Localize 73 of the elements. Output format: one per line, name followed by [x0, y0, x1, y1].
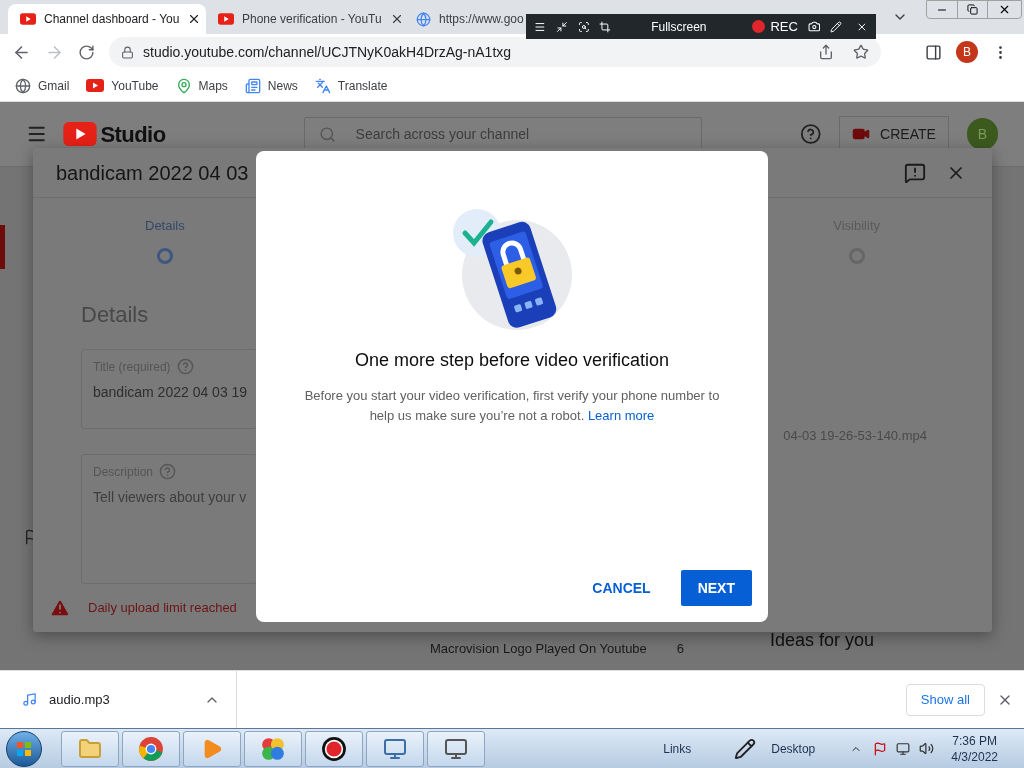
crop-icon[interactable] — [599, 19, 612, 34]
share-icon[interactable] — [818, 44, 834, 60]
studio-logo-icon — [63, 122, 98, 146]
profile-avatar[interactable]: B — [956, 41, 978, 63]
restore-icon — [967, 4, 978, 15]
show-all-button[interactable]: Show all — [905, 683, 985, 716]
computer-taskbar-button[interactable] — [427, 730, 485, 767]
bookmark-item[interactable]: Gmail — [15, 76, 70, 95]
colored-circles-icon — [260, 735, 286, 762]
url-text: studio.youtube.com/channel/UCJTNyK0akH4DrzAg-nA1txg — [143, 42, 512, 62]
toolbar-label[interactable]: Links — [663, 739, 692, 758]
tab-title: Channel dashboard - You — [44, 11, 180, 28]
shrink-icon[interactable] — [555, 19, 568, 34]
network-icon[interactable] — [896, 741, 911, 756]
browser-tab[interactable]: Phone verification - YouTu — [206, 4, 404, 34]
browser-tab[interactable]: Channel dashboard - You — [8, 4, 206, 34]
audio-file-icon — [22, 692, 37, 707]
mode-label[interactable]: Fullscreen — [651, 17, 719, 36]
bookmark-item[interactable]: Translate — [314, 76, 388, 95]
bookmark-star-icon[interactable] — [853, 44, 869, 60]
control-panel-taskbar-button[interactable] — [366, 730, 424, 767]
folder-icon — [78, 736, 102, 761]
side-panel-icon[interactable] — [925, 43, 942, 61]
learn-more-link[interactable]: Learn more — [587, 408, 655, 423]
recorder-taskbar-button[interactable] — [305, 730, 363, 767]
video-title: Macrovision Logo Played On Youtube — [430, 639, 647, 658]
browser-logo-icon — [138, 735, 164, 762]
monitor-icon — [383, 736, 407, 761]
bookmark-item[interactable]: YouTube — [86, 76, 159, 95]
close-icon — [998, 3, 1011, 16]
search-icon — [318, 125, 336, 143]
tab-title: https://www.goo — [439, 11, 524, 28]
record-icon — [321, 735, 347, 762]
app-taskbar-button[interactable] — [244, 730, 302, 767]
chrome-taskbar-button[interactable] — [122, 730, 180, 767]
next-button[interactable]: NEXT — [680, 570, 752, 606]
lock-icon — [121, 45, 134, 59]
video-count: 6 — [676, 639, 685, 658]
bookmark-item[interactable]: Maps — [175, 76, 228, 95]
feedback-icon[interactable] — [904, 161, 926, 184]
help-icon[interactable] — [799, 123, 822, 145]
youtube-icon — [20, 13, 36, 25]
youtube-icon — [218, 13, 234, 25]
tab-title: Phone verification - YouTu — [242, 11, 382, 28]
bookmark-item[interactable]: News — [244, 76, 298, 95]
windows-logo-icon — [16, 740, 32, 757]
modal-body: Before you start your video verification, first verify your phone number to help us make sure you’re not a robot. Learn more — [303, 387, 721, 425]
dialog-title: bandicam 2022 04 03 — [56, 160, 249, 186]
camera-icon[interactable] — [807, 19, 821, 34]
monitor-icon — [444, 736, 468, 761]
pen-icon[interactable] — [734, 737, 757, 760]
zoom-area-icon[interactable] — [577, 19, 590, 34]
map-pin-icon — [175, 77, 192, 94]
start-button[interactable] — [6, 730, 42, 767]
warning-text: Daily upload limit reached — [88, 599, 237, 618]
clock[interactable]: 7:36 PM 4/3/2022 — [951, 732, 998, 765]
action-center-icon[interactable] — [873, 741, 888, 756]
selected-nav-marker — [0, 225, 5, 269]
ideas-heading: Ideas for you — [769, 629, 874, 652]
pencil-icon[interactable] — [830, 19, 843, 34]
globe-icon — [15, 77, 31, 94]
volume-icon[interactable] — [919, 741, 935, 756]
address-field[interactable]: studio.youtube.com/channel/UCJTNyK0akH4DrzAg-nA1txg — [109, 37, 881, 67]
modal-heading: One more step before video verification — [354, 349, 670, 372]
reload-icon[interactable] — [78, 43, 95, 61]
toolbar-label[interactable]: Desktop — [771, 739, 816, 758]
studio-logo-text: Studio — [100, 120, 166, 149]
newspaper-icon — [244, 77, 261, 94]
record-button[interactable]: REC — [752, 16, 798, 37]
translate-icon — [314, 77, 331, 94]
download-item[interactable]: audio.mp3 — [49, 689, 110, 710]
cancel-button[interactable]: CANCEL — [578, 570, 665, 606]
youtube-icon — [86, 79, 105, 92]
